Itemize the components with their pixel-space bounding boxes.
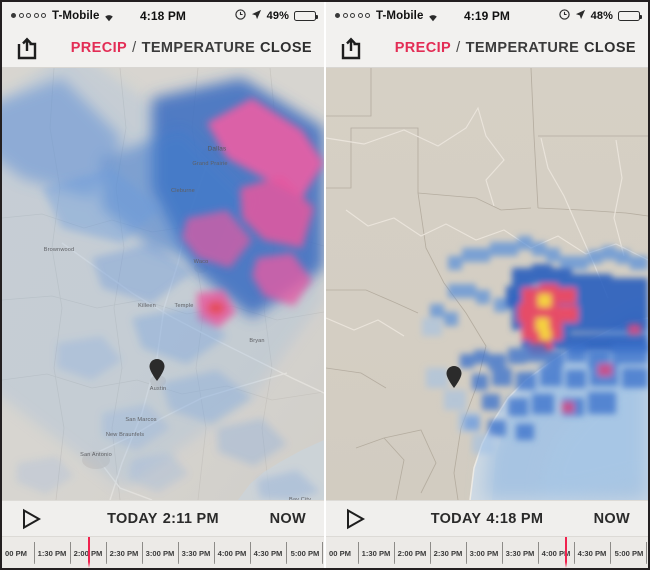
tick-separator: [178, 542, 179, 564]
city-label: Waco: [193, 259, 209, 265]
tick-separator: [610, 542, 611, 564]
map-city-labels-left: Dallas Grand Prairie Cleburne Brownwood …: [2, 68, 324, 501]
close-button[interactable]: CLOSE: [584, 40, 636, 56]
timeline-fade: [326, 562, 648, 568]
radar-map-right[interactable]: [326, 68, 648, 500]
ios-status-bar: T-Mobile 4:18 PM 49%: [2, 2, 324, 29]
tick-separator: [394, 542, 395, 564]
time-label: 2:11 PM: [162, 510, 219, 527]
close-button[interactable]: CLOSE: [260, 40, 312, 56]
tick-separator: [34, 542, 35, 564]
time-label: 4:18 PM: [486, 510, 544, 527]
tick-separator: [466, 542, 467, 564]
tick-separator: [358, 542, 359, 564]
tick-separator: [502, 542, 503, 564]
tick-separator: [322, 542, 323, 564]
mode-separator: /: [456, 40, 461, 56]
alarm-clock-icon: [558, 8, 570, 23]
now-button[interactable]: NOW: [594, 511, 630, 527]
city-label: Temple: [174, 303, 194, 309]
phone-screenshot-right: T-Mobile 4:19 PM 48% PRECIP / TEMPERATUR…: [326, 2, 648, 568]
tab-temperature[interactable]: TEMPERATURE: [466, 40, 580, 56]
tick-separator: [70, 542, 71, 564]
city-label: New Braunfels: [105, 432, 145, 438]
battery-icon: [618, 10, 643, 21]
alarm-clock-icon: [234, 8, 246, 23]
day-label: TODAY: [430, 510, 482, 527]
tick-separator: [286, 542, 287, 564]
tab-temperature[interactable]: TEMPERATURE: [142, 40, 256, 56]
tab-precip[interactable]: PRECIP: [71, 40, 127, 56]
tick-separator: [106, 542, 107, 564]
mode-separator: /: [132, 40, 137, 56]
city-label: San Antonio: [80, 452, 112, 458]
radar-map-left[interactable]: Dallas Grand Prairie Cleburne Brownwood …: [2, 68, 324, 500]
location-pin-icon[interactable]: [149, 359, 165, 381]
playback-controls-left: TODAY 2:11 PM NOW: [2, 500, 324, 536]
tick-separator: [538, 542, 539, 564]
tick-separator: [646, 542, 647, 564]
phone-screenshot-left: T-Mobile 4:18 PM 49% PRECIP / TEMPERATUR…: [2, 2, 324, 568]
location-arrow-icon: [575, 9, 586, 23]
status-bar-right: 49%: [234, 2, 319, 29]
tick-separator: [430, 542, 431, 564]
city-label: Austin: [149, 386, 167, 392]
day-label: TODAY: [107, 510, 158, 527]
battery-icon: [294, 10, 319, 21]
battery-percent-label: 48%: [590, 9, 613, 22]
timeline-scrubber-left[interactable]: 00 PM 1:30 PM 2:00 PM 2:30 PM 3:00 PM 3:…: [2, 536, 324, 568]
city-label: Cleburne: [171, 188, 195, 194]
playback-controls-right: TODAY 4:18 PM NOW: [326, 500, 648, 536]
app-nav-bar: PRECIP / TEMPERATURE CLOSE: [326, 29, 648, 68]
tick-separator: [574, 542, 575, 564]
screenshot-root: T-Mobile 4:18 PM 49% PRECIP / TEMPERATUR…: [0, 0, 650, 570]
now-button[interactable]: NOW: [270, 511, 306, 527]
city-label: Brownwood: [43, 247, 75, 253]
battery-percent-label: 49%: [266, 9, 289, 22]
timeline-scrubber-right[interactable]: 00 PM 1:30 PM 2:00 PM 2:30 PM 3:00 PM 3:…: [326, 536, 648, 568]
tick-separator: [142, 542, 143, 564]
tab-precip[interactable]: PRECIP: [395, 40, 451, 56]
city-label: Bryan: [249, 338, 265, 344]
timeline-fade: [2, 562, 324, 568]
city-label: Grand Prairie: [192, 161, 228, 167]
location-pin-icon[interactable]: [446, 366, 462, 388]
ios-status-bar: T-Mobile 4:19 PM 48%: [326, 2, 648, 29]
app-nav-bar: PRECIP / TEMPERATURE CLOSE: [2, 29, 324, 68]
tick-separator: [214, 542, 215, 564]
city-label: Killeen: [138, 303, 156, 309]
city-label: San Marcos: [125, 417, 157, 423]
location-arrow-icon: [251, 9, 262, 23]
tick-separator: [250, 542, 251, 564]
city-label: Dallas: [207, 145, 227, 153]
status-bar-right: 48%: [558, 2, 643, 29]
radar-precipitation-overlay: [326, 68, 648, 500]
